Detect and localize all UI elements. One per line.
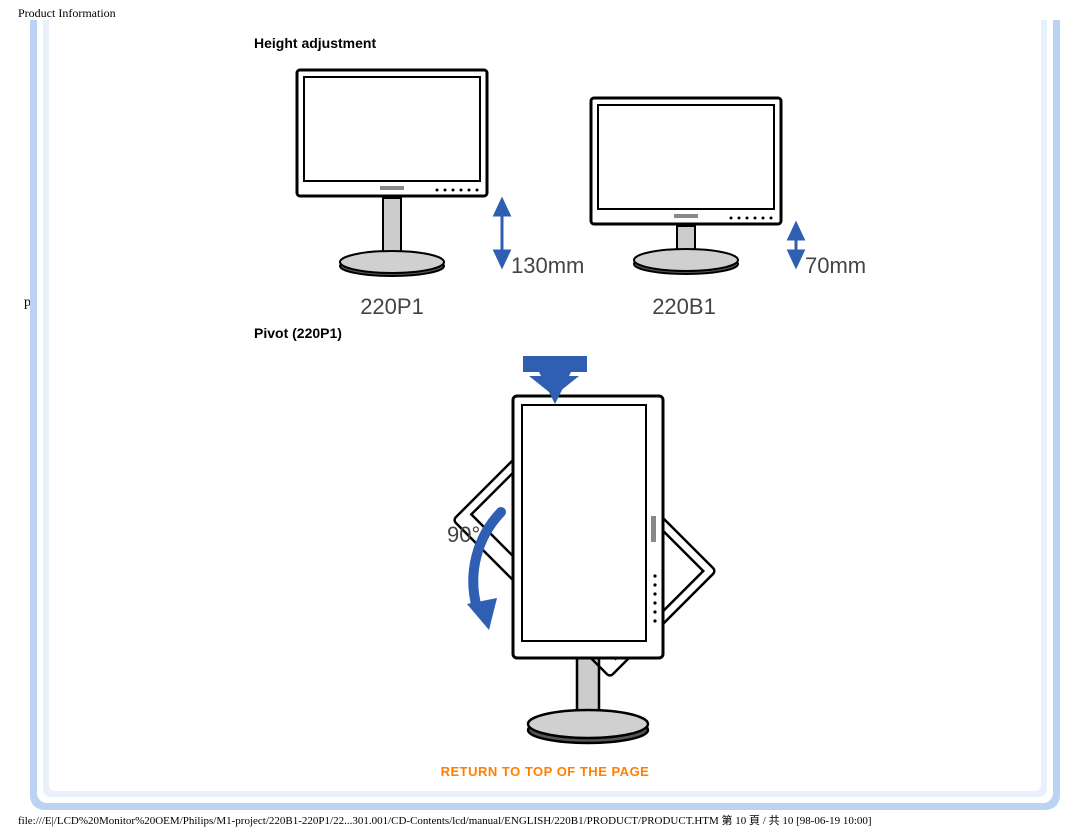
return-to-top-link[interactable]: RETURN TO TOP OF THE PAGE bbox=[49, 764, 1041, 779]
page-frame-inner: Height adjustment bbox=[43, 20, 1047, 797]
figure-pivot-220p1: 90° bbox=[379, 352, 789, 767]
page-content: Height adjustment bbox=[49, 20, 1041, 791]
height-value-220p1: 130mm bbox=[511, 253, 584, 279]
figure-height-220p1: 130mm 220P1 bbox=[287, 60, 582, 320]
model-label-220b1: 220B1 bbox=[577, 294, 791, 320]
heading-pivot: Pivot (220P1) bbox=[254, 325, 342, 341]
page-frame-mid: Height adjustment bbox=[37, 20, 1053, 803]
height-value-220b1: 70mm bbox=[805, 253, 866, 279]
page-frame-outer: Height adjustment bbox=[30, 20, 1060, 810]
page-footer: file:///E|/LCD%20Monitor%20OEM/Philips/M… bbox=[18, 812, 872, 828]
monitor-pivot-icon bbox=[379, 352, 789, 767]
page-header: Product Information bbox=[18, 6, 116, 21]
figure-height-220b1: 70mm 220B1 bbox=[577, 60, 872, 320]
pivot-angle-label: 90° bbox=[447, 522, 480, 548]
heading-height-adjustment: Height adjustment bbox=[254, 35, 376, 51]
monitor-220p1-icon bbox=[287, 60, 582, 320]
model-label-220p1: 220P1 bbox=[287, 294, 497, 320]
monitor-220b1-icon bbox=[577, 60, 872, 320]
